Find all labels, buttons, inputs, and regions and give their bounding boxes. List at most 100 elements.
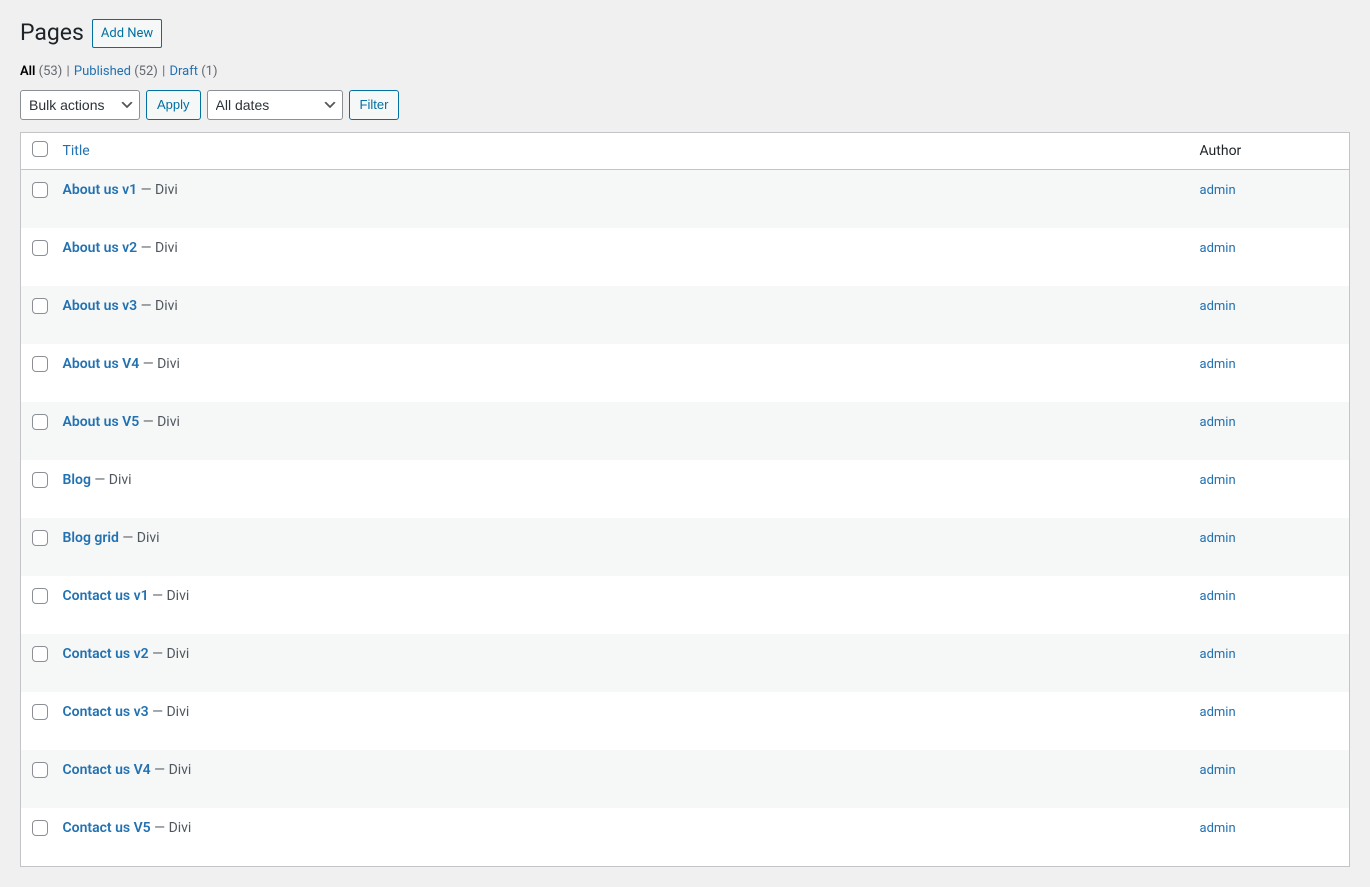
table-row: About us v2 — Divi admin	[21, 228, 1350, 286]
view-published-label: Published	[74, 64, 131, 79]
row-title-cell: About us V5 — Divi	[53, 402, 1190, 460]
row-check-cell	[21, 402, 53, 460]
row-author-cell: admin	[1190, 286, 1350, 344]
post-state: — Divi	[91, 472, 132, 488]
date-filter-select[interactable]: All dates	[207, 90, 343, 120]
table-row: Contact us V5 — Divi admin	[21, 808, 1350, 867]
post-state: — Divi	[137, 240, 178, 256]
pages-table: Title Author About us v1 — DiviadminAbou…	[20, 132, 1350, 867]
page-title-link[interactable]: About us v2	[63, 240, 138, 256]
filter-button[interactable]: Filter	[349, 90, 400, 120]
row-author-cell: admin	[1190, 518, 1350, 576]
bulk-actions-select[interactable]: Bulk actions	[20, 90, 140, 120]
row-checkbox[interactable]	[32, 530, 48, 546]
row-checkbox[interactable]	[32, 298, 48, 314]
author-link[interactable]: admin	[1200, 473, 1236, 488]
row-checkbox[interactable]	[32, 240, 48, 256]
page-title-link[interactable]: Contact us V4	[63, 762, 151, 778]
row-check-cell	[21, 169, 53, 228]
post-state: — Divi	[151, 762, 192, 778]
row-check-cell	[21, 228, 53, 286]
row-check-cell	[21, 808, 53, 867]
row-title-cell: About us v1 — Divi	[53, 169, 1190, 228]
author-link[interactable]: admin	[1200, 647, 1236, 662]
table-row: Contact us V4 — Divi admin	[21, 750, 1350, 808]
row-author-cell: admin	[1190, 169, 1350, 228]
page-title-link[interactable]: About us V5	[63, 414, 140, 430]
row-checkbox[interactable]	[32, 762, 48, 778]
row-title-cell: Contact us V5 — Divi	[53, 808, 1190, 867]
view-published-count: (52)	[134, 64, 158, 79]
author-link[interactable]: admin	[1200, 183, 1236, 198]
row-checkbox[interactable]	[32, 704, 48, 720]
add-new-button[interactable]: Add New	[92, 19, 162, 49]
author-link[interactable]: admin	[1200, 531, 1236, 546]
table-nav: Bulk actions Apply All dates Filter	[20, 87, 1350, 132]
row-check-cell	[21, 576, 53, 634]
post-state: — Divi	[151, 820, 192, 836]
select-all-column	[21, 132, 53, 169]
post-state: — Divi	[137, 182, 178, 198]
author-link[interactable]: admin	[1200, 589, 1236, 604]
view-all[interactable]: All (53)	[20, 64, 66, 79]
row-checkbox[interactable]	[32, 472, 48, 488]
apply-button[interactable]: Apply	[146, 90, 201, 120]
row-author-cell: admin	[1190, 460, 1350, 518]
page-title: Pages	[20, 9, 84, 52]
table-row: Contact us v2 — Divi admin	[21, 634, 1350, 692]
table-row: About us v3 — Divi admin	[21, 286, 1350, 344]
author-link[interactable]: admin	[1200, 821, 1236, 836]
row-checkbox[interactable]	[32, 588, 48, 604]
row-checkbox[interactable]	[32, 182, 48, 198]
row-check-cell	[21, 344, 53, 402]
table-row: Contact us v3 — Divi admin	[21, 692, 1350, 750]
view-published[interactable]: Published (52)	[74, 64, 161, 79]
row-author-cell: admin	[1190, 576, 1350, 634]
title-column-header[interactable]: Title	[53, 132, 1190, 169]
row-check-cell	[21, 692, 53, 750]
view-draft-label: Draft	[169, 64, 198, 79]
post-state: — Divi	[149, 704, 190, 720]
author-link[interactable]: admin	[1200, 241, 1236, 256]
page-title-link[interactable]: Contact us v3	[63, 704, 149, 720]
row-checkbox[interactable]	[32, 356, 48, 372]
row-title-cell: Contact us v3 — Divi	[53, 692, 1190, 750]
row-title-cell: About us v2 — Divi	[53, 228, 1190, 286]
row-check-cell	[21, 518, 53, 576]
row-checkbox[interactable]	[32, 414, 48, 430]
post-state: — Divi	[139, 356, 180, 372]
row-title-cell: Blog — Divi	[53, 460, 1190, 518]
author-column-header: Author	[1190, 132, 1350, 169]
author-link[interactable]: admin	[1200, 705, 1236, 720]
page-title-link[interactable]: About us v3	[63, 298, 138, 314]
row-title-cell: Blog grid — Divi	[53, 518, 1190, 576]
table-row: Blog — Divi admin	[21, 460, 1350, 518]
page-title-link[interactable]: Blog grid	[63, 530, 119, 546]
row-title-cell: Contact us V4 — Divi	[53, 750, 1190, 808]
author-link[interactable]: admin	[1200, 357, 1236, 372]
select-all-checkbox[interactable]	[32, 141, 48, 157]
row-title-cell: About us v3 — Divi	[53, 286, 1190, 344]
page-title-link[interactable]: About us V4	[63, 356, 140, 372]
row-title-cell: Contact us v2 — Divi	[53, 634, 1190, 692]
page-title-link[interactable]: About us v1	[63, 182, 138, 198]
view-all-count: (53)	[39, 64, 63, 79]
page-title-link[interactable]: Contact us v2	[63, 646, 149, 662]
page-title-link[interactable]: Blog	[63, 472, 91, 488]
author-link[interactable]: admin	[1200, 415, 1236, 430]
row-author-cell: admin	[1190, 750, 1350, 808]
post-state: — Divi	[149, 588, 190, 604]
page-title-link[interactable]: Contact us V5	[63, 820, 151, 836]
author-link[interactable]: admin	[1200, 299, 1236, 314]
post-state: — Divi	[137, 298, 178, 314]
page-title-link[interactable]: Contact us v1	[63, 588, 149, 604]
view-draft-count: (1)	[201, 64, 217, 79]
view-draft[interactable]: Draft (1)	[169, 64, 217, 79]
row-checkbox[interactable]	[32, 646, 48, 662]
table-row: Contact us v1 — Divi admin	[21, 576, 1350, 634]
row-checkbox[interactable]	[32, 820, 48, 836]
row-title-cell: Contact us v1 — Divi	[53, 576, 1190, 634]
view-all-label: All	[20, 64, 35, 79]
author-link[interactable]: admin	[1200, 763, 1236, 778]
row-title-cell: About us V4 — Divi	[53, 344, 1190, 402]
